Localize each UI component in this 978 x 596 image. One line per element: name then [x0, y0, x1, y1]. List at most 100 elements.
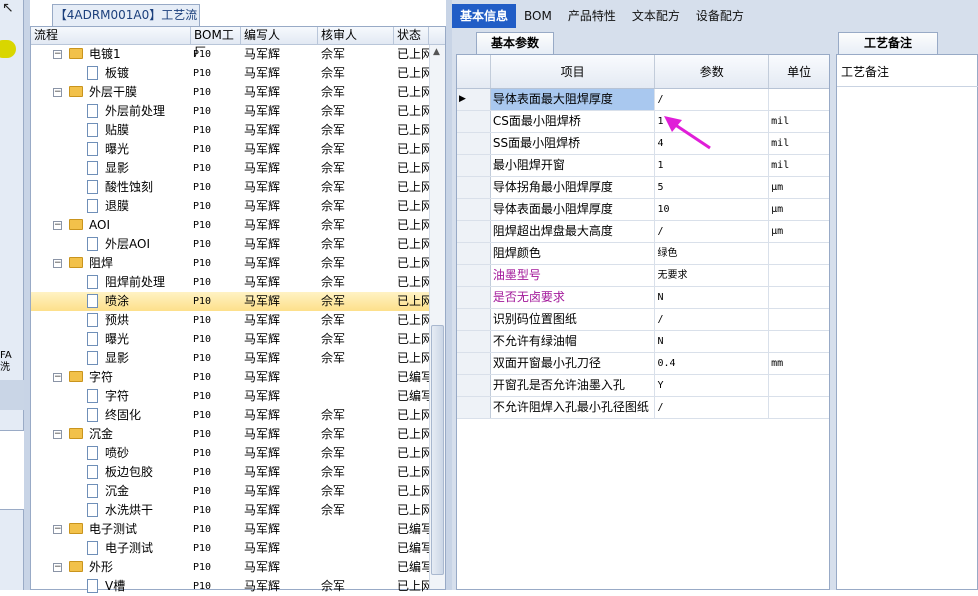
tree-row[interactable]: 外层AOI P10 马军辉 佘军 已上网 — [31, 235, 445, 254]
grid-row[interactable]: 识别码位置图纸 / — [457, 309, 829, 331]
tab-3[interactable]: 文本配方 — [624, 4, 688, 28]
grid-cell-value[interactable]: 无要求 — [655, 265, 770, 286]
grid-row[interactable]: 阻焊超出焊盘最大高度 / μm — [457, 221, 829, 243]
grid-row[interactable]: 不允许阻焊入孔最小孔径图纸 / — [457, 397, 829, 419]
grid-cell-value[interactable]: 0.4 — [655, 353, 770, 374]
grid-header-unit[interactable]: 单位 — [769, 55, 829, 88]
grid-cell-value[interactable]: / — [655, 309, 770, 330]
tab-1[interactable]: BOM — [516, 4, 560, 28]
grid-cell-value[interactable]: 1 — [655, 155, 770, 176]
grid-cell-value[interactable]: / — [655, 89, 770, 110]
tree-row[interactable]: 阻焊前处理 P10 马军辉 佘军 已上网 — [31, 273, 445, 292]
row-indicator[interactable] — [457, 199, 491, 220]
tree-row[interactable]: − 电镀1 P10 马军辉 佘军 已上网 — [31, 45, 445, 64]
tab-2[interactable]: 产品特性 — [560, 4, 624, 28]
col-header-flow[interactable]: 流程 — [31, 27, 191, 44]
tree-row[interactable]: − 外层干膜 P10 马军辉 佘军 已上网 — [31, 83, 445, 102]
grid-header-item[interactable]: 项目 — [491, 55, 656, 88]
tree-row[interactable]: 水洗烘干 P10 马军辉 佘军 已上网 — [31, 501, 445, 520]
tree-row[interactable]: 显影 P10 马军辉 佘军 已上网 — [31, 349, 445, 368]
tab-4[interactable]: 设备配方 — [688, 4, 752, 28]
grid-cell-value[interactable]: / — [655, 397, 770, 418]
grid-row[interactable]: 导体拐角最小阻焊厚度 5 μm — [457, 177, 829, 199]
grid-cell-value[interactable]: Y — [655, 375, 770, 396]
tree-row[interactable]: 板镀 P10 马军辉 佘军 已上网 — [31, 64, 445, 83]
col-header-status[interactable]: 状态 — [394, 27, 429, 44]
tab-basic-params[interactable]: 基本参数 — [476, 32, 554, 54]
grid-header-value[interactable]: 参数 — [655, 55, 770, 88]
tree-row[interactable]: 酸性蚀刻 P10 马军辉 佘军 已上网 — [31, 178, 445, 197]
row-indicator[interactable] — [457, 133, 491, 154]
tree-row[interactable]: − 沉金 P10 马军辉 佘军 已上网 — [31, 425, 445, 444]
grid-row[interactable]: 阻焊颜色 绿色 — [457, 243, 829, 265]
row-indicator[interactable] — [457, 265, 491, 286]
grid-row[interactable]: CS面最小阻焊桥 1 mil — [457, 111, 829, 133]
grid-cell-value[interactable]: 5 — [655, 177, 770, 198]
tree-row[interactable]: 电子测试 P10 马军辉 已编写 — [31, 539, 445, 558]
tree-row[interactable]: 喷砂 P10 马军辉 佘军 已上网 — [31, 444, 445, 463]
tree-row[interactable]: 字符 P10 马军辉 已编写 — [31, 387, 445, 406]
row-indicator[interactable] — [457, 397, 491, 418]
scroll-up-icon[interactable]: ▲ — [433, 47, 440, 57]
col-header-bom[interactable]: BOM工厂 — [191, 27, 241, 59]
collapse-icon[interactable]: − — [53, 221, 62, 230]
tree-row[interactable]: 终固化 P10 马军辉 佘军 已上网 — [31, 406, 445, 425]
tree-cell-bom: P10 — [193, 49, 212, 60]
grid-row[interactable]: ▶ 导体表面最大阻焊厚度 / — [457, 89, 829, 111]
tree-row[interactable]: 显影 P10 马军辉 佘军 已上网 — [31, 159, 445, 178]
collapse-icon[interactable]: − — [53, 525, 62, 534]
tree-row[interactable]: 沉金 P10 马军辉 佘军 已上网 — [31, 482, 445, 501]
tree-row[interactable]: 贴膜 P10 马军辉 佘军 已上网 — [31, 121, 445, 140]
grid-row[interactable]: 最小阻焊开窗 1 mil — [457, 155, 829, 177]
grid-row[interactable]: 导体表面最小阻焊厚度 10 μm — [457, 199, 829, 221]
grid-cell-value[interactable]: N — [655, 287, 770, 308]
collapse-icon[interactable]: − — [53, 259, 62, 268]
row-indicator[interactable] — [457, 309, 491, 330]
tree-row[interactable]: 预烘 P10 马军辉 佘军 已上网 — [31, 311, 445, 330]
row-indicator[interactable] — [457, 375, 491, 396]
row-indicator[interactable] — [457, 243, 491, 264]
collapse-icon[interactable]: − — [53, 50, 62, 59]
tree-row[interactable]: 喷涂 P10 马军辉 佘军 已上网 — [31, 292, 445, 311]
col-header-checker[interactable]: 核审人 — [318, 27, 394, 44]
row-indicator[interactable] — [457, 353, 491, 374]
grid-row[interactable]: SS面最小阻焊桥 4 mil — [457, 133, 829, 155]
collapse-icon[interactable]: − — [53, 373, 62, 382]
tree-row[interactable]: 板边包胶 P10 马军辉 佘军 已上网 — [31, 463, 445, 482]
grid-cell-value[interactable]: / — [655, 221, 770, 242]
tree-row[interactable]: 退膜 P10 马军辉 佘军 已上网 — [31, 197, 445, 216]
grid-row[interactable]: 是否无卤要求 N — [457, 287, 829, 309]
row-indicator[interactable] — [457, 111, 491, 132]
grid-cell-value[interactable]: N — [655, 331, 770, 352]
tree-row[interactable]: 曝光 P10 马军辉 佘军 已上网 — [31, 330, 445, 349]
collapse-icon[interactable]: − — [53, 430, 62, 439]
tree-scrollbar[interactable]: ▲ — [429, 45, 445, 589]
tree-row[interactable]: 外层前处理 P10 马军辉 佘军 已上网 — [31, 102, 445, 121]
row-indicator[interactable] — [457, 221, 491, 242]
process-flow-title-tab[interactable]: 【4ADRM001A0】工艺流程 — [52, 4, 200, 42]
grid-cell-value[interactable]: 10 — [655, 199, 770, 220]
row-indicator[interactable] — [457, 287, 491, 308]
collapse-icon[interactable]: − — [53, 563, 62, 572]
collapse-icon[interactable]: − — [53, 88, 62, 97]
row-indicator[interactable] — [457, 331, 491, 352]
tree-row[interactable]: 曝光 P10 马军辉 佘军 已上网 — [31, 140, 445, 159]
grid-row[interactable]: 不允许有绿油帽 N — [457, 331, 829, 353]
tab-0[interactable]: 基本信息 — [452, 4, 517, 28]
tree-row[interactable]: − AOI P10 马军辉 佘军 已上网 — [31, 216, 445, 235]
scrollbar-thumb[interactable] — [431, 325, 444, 575]
row-indicator[interactable] — [457, 177, 491, 198]
current-row-indicator-icon[interactable]: ▶ — [457, 89, 491, 110]
grid-row[interactable]: 双面开窗最小孔刀径 0.4 mm — [457, 353, 829, 375]
tree-row[interactable]: − 阻焊 P10 马军辉 佘军 已上网 — [31, 254, 445, 273]
tree-row[interactable]: − 外形 P10 马军辉 已编写 — [31, 558, 445, 577]
tree-row[interactable]: V槽 P10 马军辉 佘军 已上网 — [31, 577, 445, 596]
grid-row[interactable]: 油墨型号 无要求 — [457, 265, 829, 287]
grid-row[interactable]: 开窗孔是否允许油墨入孔 Y — [457, 375, 829, 397]
tree-row[interactable]: − 字符 P10 马军辉 已编写 — [31, 368, 445, 387]
tab-process-notes[interactable]: 工艺备注 — [838, 32, 938, 54]
row-indicator[interactable] — [457, 155, 491, 176]
tree-row[interactable]: − 电子测试 P10 马军辉 已编写 — [31, 520, 445, 539]
col-header-writer[interactable]: 编写人 — [241, 27, 318, 44]
grid-cell-value[interactable]: 绿色 — [655, 243, 770, 264]
